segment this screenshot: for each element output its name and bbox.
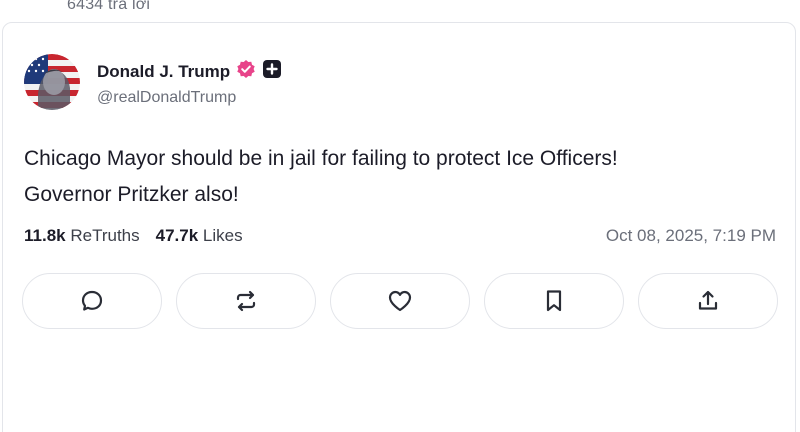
post-page: 6434 trả lời Donald J. Trump @realDonald… — [0, 0, 800, 432]
likes-stat[interactable]: 47.7k Likes — [156, 226, 243, 246]
reply-count[interactable]: 6434 trả lời — [67, 0, 150, 14]
action-bar — [22, 273, 780, 329]
verified-badge-icon — [236, 59, 256, 84]
reply-bubble-icon — [81, 290, 103, 311]
retruth-arrows-icon — [236, 290, 256, 312]
post-text-line-2: Governor Pritzker also! — [24, 183, 239, 206]
bookmark-button[interactable] — [484, 273, 624, 329]
share-upload-icon — [698, 290, 718, 310]
likes-count: 47.7k — [155, 226, 199, 245]
previous-post-footer: 6434 trả lời — [0, 0, 800, 22]
post-timestamp[interactable]: Oct 08, 2025, 7:19 PM — [606, 226, 776, 246]
retruths-stat[interactable]: 11.8k ReTruths — [24, 226, 140, 246]
retruth-button[interactable] — [176, 273, 316, 329]
likes-label: Likes — [202, 226, 243, 245]
post-body: Chicago Mayor should be in jail for fail… — [24, 141, 784, 213]
author-handle[interactable]: @realDonaldTrump — [97, 89, 236, 107]
retruths-count: 11.8k — [24, 226, 66, 245]
retruths-label: ReTruths — [70, 226, 140, 245]
bookmark-icon — [546, 290, 562, 312]
author-name-row: Donald J. Trump — [97, 59, 282, 84]
reply-button[interactable] — [22, 273, 162, 329]
like-button[interactable] — [330, 273, 470, 329]
post-stats: 11.8k ReTruths 47.7k Likes — [24, 226, 243, 246]
share-button[interactable] — [638, 273, 778, 329]
post-text-line-1: Chicago Mayor should be in jail for fail… — [24, 147, 618, 170]
plus-icon[interactable] — [262, 59, 282, 84]
avatar[interactable] — [24, 54, 80, 110]
avatar-image — [24, 54, 80, 110]
heart-icon — [388, 290, 412, 312]
display-name[interactable]: Donald J. Trump — [97, 62, 230, 82]
